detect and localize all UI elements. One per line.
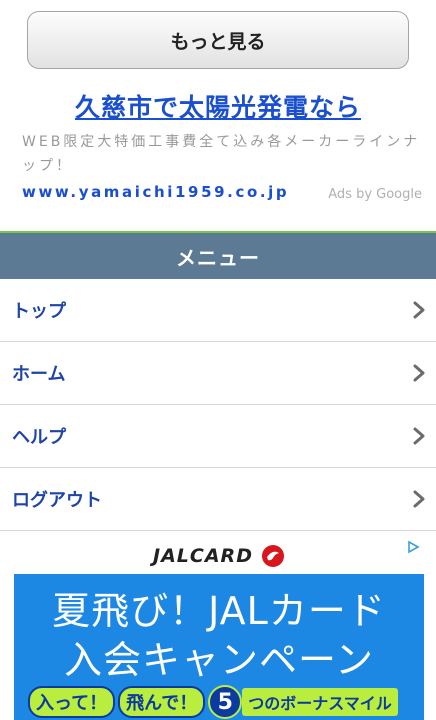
page: もっと見る 久慈市で太陽光発電なら WEB限定大特価工事費全て込み各メーカーライ… — [0, 0, 436, 720]
banner-bubble-fly: 飛んで！ — [118, 686, 206, 718]
banner-number-badge: 5 — [208, 685, 243, 719]
ad-url-link[interactable]: www.yamaichi1959.co.jp — [22, 183, 289, 201]
more-button-label: もっと見る — [170, 30, 266, 53]
banner-headline: 夏飛び！JALカード — [52, 589, 386, 633]
chevron-right-icon — [413, 364, 425, 382]
menu-item-home[interactable]: ホーム — [0, 342, 436, 405]
menu-header-title: メニュー — [176, 245, 260, 270]
banner-body: 夏飛び！JALカード 入会キャンペーン 入って！ 飛んで！ 5 つのボーナスマイ… — [14, 574, 424, 720]
jal-card-banner-ad[interactable]: JALCARD 夏飛び！JALカード 入会キャンペーン 入って！ 飛んで！ 5 … — [14, 537, 424, 720]
chevron-right-icon — [413, 427, 425, 445]
menu-item-label: ログアウト — [12, 490, 102, 511]
ad-description: WEB限定大特価工事費全て込み各メーカーラインナップ！ — [22, 134, 421, 174]
banner-header: JALCARD — [14, 537, 424, 574]
menu-item-label: ホーム — [12, 364, 66, 385]
menu-header: メニュー — [0, 233, 436, 279]
ads-by-google[interactable]: Ads by Google — [328, 187, 422, 202]
menu-item-top[interactable]: トップ — [0, 279, 436, 342]
jal-crane-logo-icon — [261, 544, 284, 567]
more-button[interactable]: もっと見る — [27, 11, 409, 69]
menu-item-logout[interactable]: ログアウト — [0, 468, 436, 531]
banner-bubble-enter: 入って！ — [28, 686, 116, 718]
menu-item-help[interactable]: ヘルプ — [0, 405, 436, 468]
menu-item-label: トップ — [12, 301, 66, 322]
chevron-right-icon — [413, 301, 425, 319]
menu-item-label: ヘルプ — [12, 427, 66, 448]
banner-bonus-text: つのボーナスマイル — [242, 688, 398, 716]
chevron-right-icon — [413, 490, 425, 508]
jal-card-logo-text: JALCARD — [153, 544, 253, 567]
ad-title-link[interactable]: 久慈市で太陽光発電なら — [0, 88, 436, 124]
banner-cta-row: 入って！ 飛んで！ 5 つのボーナスマイル — [28, 684, 398, 720]
banner-subheadline: 入会キャンペーン — [63, 638, 375, 682]
menu-list: トップ ホーム ヘルプ ログアウト — [0, 279, 436, 531]
adchoices-icon[interactable] — [404, 539, 422, 555]
